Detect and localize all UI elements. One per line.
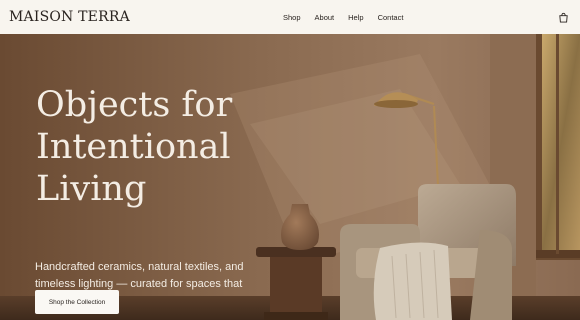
brand-logo[interactable]: MAISON TERRA bbox=[9, 9, 130, 25]
shopping-bag-icon[interactable] bbox=[556, 10, 570, 24]
nav-link-shop[interactable]: Shop bbox=[283, 13, 301, 22]
site-header: MAISON TERRA Shop About Help Contact bbox=[0, 0, 580, 34]
page: MAISON TERRA Shop About Help Contact Obj… bbox=[0, 0, 580, 320]
nav-link-contact[interactable]: Contact bbox=[378, 13, 404, 22]
nav-link-help[interactable]: Help bbox=[348, 13, 363, 22]
shop-collection-button[interactable]: Shop the Collection bbox=[35, 290, 119, 314]
hero-title: Objects for Intentional Living bbox=[36, 85, 233, 209]
main-nav: Shop About Help Contact bbox=[283, 0, 417, 34]
hero-section: Objects for Intentional Living Handcraft… bbox=[0, 34, 580, 320]
nav-link-about[interactable]: About bbox=[315, 13, 335, 22]
